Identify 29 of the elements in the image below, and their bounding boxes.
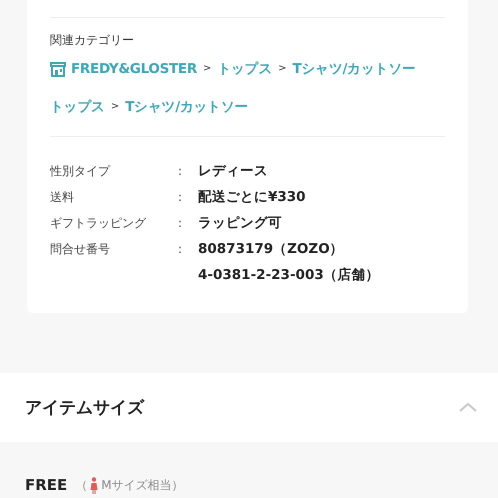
spec-label: 送料 [50,189,75,206]
spec-value: レディース [198,162,269,181]
spec-label: ギフトラッピング [50,215,148,232]
colon: : [178,241,184,258]
spec-label: 問合せ番号 [50,241,111,258]
paren: （ [75,476,88,494]
size-name: FREE [25,476,68,494]
section-header[interactable]: アイテムサイズ [0,373,498,442]
spec-value: 4-0381-2-23-003（店舗） [198,266,381,285]
section-title: アイテムサイズ [25,397,144,419]
section-label: 関連カテゴリー [50,32,135,48]
spec-value: 配送ごとに¥330 [198,188,307,207]
spec-value: ラッピング可 [198,214,283,233]
category-link[interactable]: Tシャツ/カットソー [125,96,248,118]
size-equivalent: Mサイズ相当） [101,476,184,494]
category-link[interactable]: Tシャツ/カットソー [292,58,416,80]
separator-icon: > [110,96,120,118]
spec-value: 80873179（ZOZO） [198,240,345,259]
brand-link[interactable]: FREDY&GLOSTER [50,58,197,80]
colon: : [178,163,184,180]
colon: : [178,189,184,206]
spec-label: 性別タイプ [50,163,112,180]
separator-icon: > [202,58,212,80]
category-link[interactable]: トップス [50,96,105,118]
person-icon [90,476,98,494]
category-link[interactable]: トップス [217,58,272,80]
colon: : [178,215,184,232]
separator-icon: > [278,58,287,80]
store-icon [50,61,66,77]
